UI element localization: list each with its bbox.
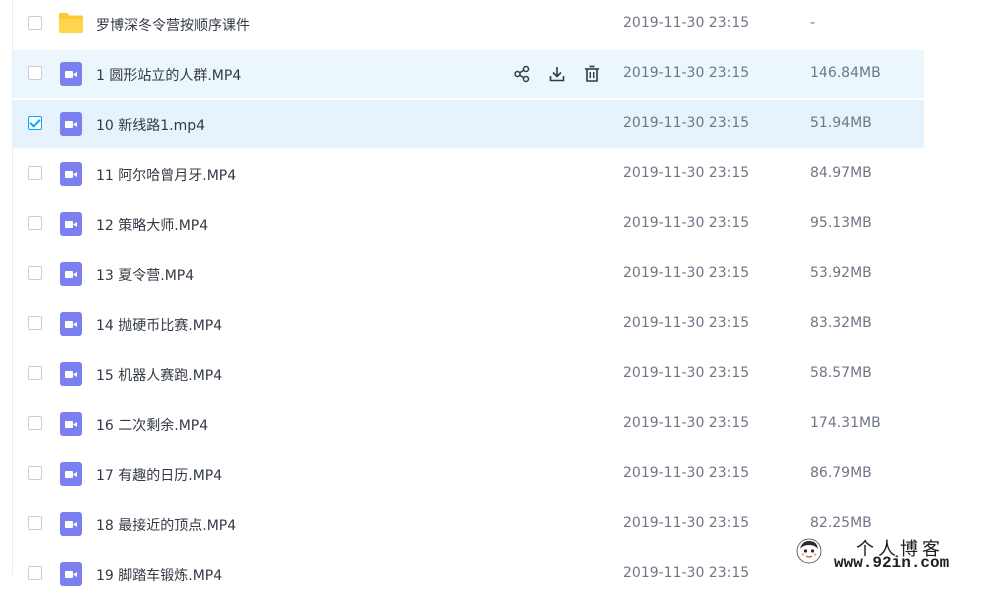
avatar-icon [796,538,822,564]
video-file-icon [60,362,82,386]
video-file-icon [60,512,82,536]
video-file-icon [60,562,82,586]
file-size: 86.79MB [810,465,872,481]
row-checkbox[interactable] [28,166,42,180]
file-size: 58.57MB [810,365,872,381]
row-actions [512,64,602,84]
file-row[interactable]: 13 夏令营.MP4 2019-11-30 23:15 53.92MB [13,250,924,298]
file-modified-time: 2019-11-30 23:15 [623,515,750,531]
video-file-icon [60,412,82,436]
file-name[interactable]: 10 新线路1.mp4 [96,115,205,135]
share-button[interactable] [512,64,532,84]
file-list: 罗博深冬令营按顺序课件 2019-11-30 23:15 - 1 圆形站立的人群… [13,0,924,600]
file-name[interactable]: 15 机器人赛跑.MP4 [96,365,222,385]
file-modified-time: 2019-11-30 23:15 [623,15,750,31]
file-size: 53.92MB [810,265,872,281]
delete-button[interactable] [582,64,602,84]
file-row[interactable]: 16 二次剩余.MP4 2019-11-30 23:15 174.31MB [13,400,924,448]
file-row[interactable]: 12 策略大师.MP4 2019-11-30 23:15 95.13MB [13,200,924,248]
file-name[interactable]: 19 脚踏车锻炼.MP4 [96,565,222,585]
file-size: 82.25MB [810,515,872,531]
file-row[interactable]: 14 抛硬币比赛.MP4 2019-11-30 23:15 83.32MB [13,300,924,348]
video-file-icon [60,312,82,336]
trash-icon [585,65,599,82]
row-checkbox[interactable] [28,316,42,330]
file-size: 83.32MB [810,315,872,331]
share-icon [514,65,530,83]
file-modified-time: 2019-11-30 23:15 [623,165,750,181]
file-name[interactable]: 17 有趣的日历.MP4 [96,465,222,485]
file-name[interactable]: 14 抛硬币比赛.MP4 [96,315,222,335]
file-modified-time: 2019-11-30 23:15 [623,365,750,381]
video-file-icon [60,212,82,236]
file-modified-time: 2019-11-30 23:15 [623,265,750,281]
row-checkbox[interactable] [28,416,42,430]
file-row[interactable]: 11 阿尔哈曾月牙.MP4 2019-11-30 23:15 84.97MB [13,150,924,198]
video-file-icon [60,62,82,86]
file-size: 95.13MB [810,215,872,231]
video-file-icon [60,262,82,286]
file-size: 146.84MB [810,65,881,81]
file-modified-time: 2019-11-30 23:15 [623,215,750,231]
row-checkbox[interactable] [28,266,42,280]
file-size: 51.94MB [810,115,872,131]
site-watermark: 个人博客 www.92in.com [790,532,987,575]
row-checkbox[interactable] [28,16,42,30]
file-row[interactable]: 15 机器人赛跑.MP4 2019-11-30 23:15 58.57MB [13,350,924,398]
file-size: 84.97MB [810,165,872,181]
file-modified-time: 2019-11-30 23:15 [623,565,750,581]
file-name[interactable]: 13 夏令营.MP4 [96,265,194,285]
file-row[interactable]: 10 新线路1.mp4 2019-11-30 23:15 51.94MB [13,100,924,148]
download-button[interactable] [547,64,567,84]
row-checkbox[interactable] [28,516,42,530]
video-file-icon [60,162,82,186]
row-checkbox[interactable] [28,566,42,580]
file-row[interactable]: 18 最接近的顶点.MP4 2019-11-30 23:15 82.25MB [13,500,924,548]
file-row[interactable]: 1 圆形站立的人群.MP4 2019-11-30 23:15 146.84MB [13,50,924,98]
file-name[interactable]: 16 二次剩余.MP4 [96,415,208,435]
file-name[interactable]: 18 最接近的顶点.MP4 [96,515,236,535]
download-icon [549,67,565,82]
row-checkbox[interactable] [28,116,42,130]
file-modified-time: 2019-11-30 23:15 [623,315,750,331]
file-row[interactable]: 罗博深冬令营按顺序课件 2019-11-30 23:15 - [13,0,924,48]
row-checkbox[interactable] [28,66,42,80]
video-file-icon [60,112,82,136]
watermark-url: www.92in.com [834,554,950,572]
file-modified-time: 2019-11-30 23:15 [623,465,750,481]
row-checkbox[interactable] [28,366,42,380]
file-size: 174.31MB [810,415,881,431]
file-name[interactable]: 12 策略大师.MP4 [96,215,208,235]
row-checkbox[interactable] [28,466,42,480]
file-row[interactable]: 17 有趣的日历.MP4 2019-11-30 23:15 86.79MB [13,450,924,498]
file-modified-time: 2019-11-30 23:15 [623,415,750,431]
video-file-icon [60,462,82,486]
file-name[interactable]: 罗博深冬令营按顺序课件 [96,15,250,35]
file-modified-time: 2019-11-30 23:15 [623,115,750,131]
file-modified-time: 2019-11-30 23:15 [623,65,750,81]
folder-icon [59,13,83,33]
file-name[interactable]: 11 阿尔哈曾月牙.MP4 [96,165,236,185]
row-checkbox[interactable] [28,216,42,230]
file-size: - [810,15,816,31]
file-name[interactable]: 1 圆形站立的人群.MP4 [96,65,241,85]
file-row[interactable]: 19 脚踏车锻炼.MP4 2019-11-30 23:15 [13,550,924,598]
